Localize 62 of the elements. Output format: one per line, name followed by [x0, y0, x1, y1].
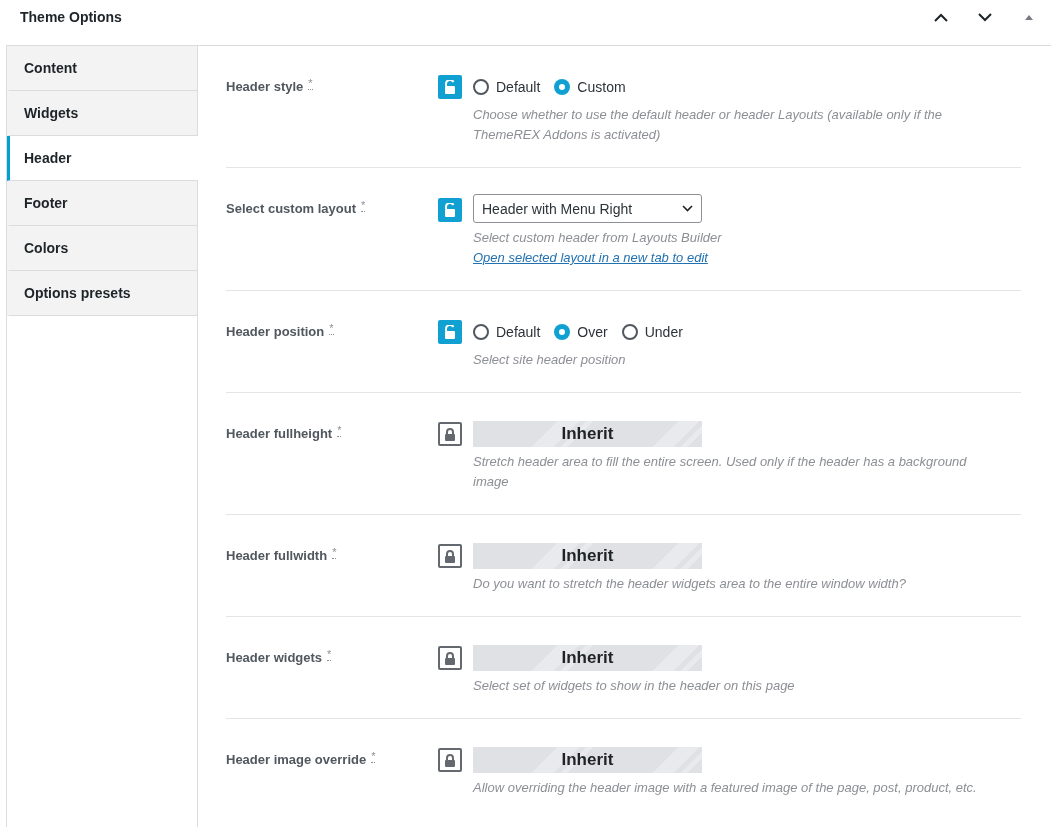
radio-button[interactable] [554, 79, 571, 95]
unlocked-icon [444, 80, 456, 94]
lock-toggle[interactable] [438, 544, 462, 568]
option-label: Header fullwidth [226, 548, 328, 563]
inherit-overlay: Inherit [473, 543, 702, 569]
unlocked-icon [444, 325, 456, 339]
sidebar-tab[interactable]: Colors [7, 226, 197, 271]
required-mark: * [308, 77, 313, 90]
triangle-up-icon [1025, 14, 1033, 20]
option-label: Select custom layout [226, 201, 357, 216]
required-mark: * [327, 648, 332, 661]
radio-button[interactable] [473, 324, 489, 340]
unlocked-icon [444, 202, 456, 217]
edit-layout-link[interactable]: Open selected layout in a new tab to edit [473, 248, 1021, 268]
radio-option[interactable]: Default [473, 79, 541, 95]
option-description: Select custom header from Layouts Builder [473, 229, 723, 247]
radio-button[interactable] [473, 79, 489, 95]
chevron-up-icon [934, 12, 948, 22]
lock-icon [444, 427, 456, 441]
lock-toggle[interactable] [438, 422, 462, 446]
option-description: Allow overriding the header image with a featured image of the page, post, product, etc. [473, 779, 978, 797]
inherit-overlay: Inherit [473, 747, 702, 773]
lock-icon [444, 549, 456, 563]
option-label: Header fullheight [226, 426, 333, 441]
required-mark: * [329, 322, 334, 335]
option-description: Select set of widgets to show in the header on this page [473, 677, 796, 695]
option-description: Select site header position [473, 351, 627, 369]
required-mark: * [361, 199, 366, 212]
layout-select[interactable]: Header with Menu Right [473, 194, 702, 223]
option-description: Do you want to stretch the header widgets area to the entire window width? [473, 575, 907, 593]
lock-toggle[interactable] [438, 320, 462, 344]
sidebar-tab[interactable]: Header [7, 136, 198, 181]
radio-option[interactable]: Default [473, 324, 541, 340]
inherit-overlay: Inherit [473, 421, 702, 447]
sidebar-tab[interactable]: Options presets [7, 271, 197, 316]
sidebar-tab[interactable]: Footer [7, 181, 197, 226]
radio-option[interactable]: Over [554, 324, 608, 340]
lock-icon [444, 651, 456, 665]
lock-toggle[interactable] [438, 75, 462, 99]
radio-option[interactable]: Under [621, 324, 683, 340]
option-label: Header image override [226, 752, 367, 767]
radio-option[interactable]: Custom [554, 79, 626, 95]
required-mark: * [337, 424, 342, 437]
lock-icon [444, 753, 456, 767]
chevron-down-icon [978, 12, 992, 22]
option-description: Choose whether to use the default header or header Layouts (available only if the ThemeREX Addons is activated) [473, 106, 944, 144]
lock-toggle[interactable] [438, 197, 462, 222]
lock-toggle[interactable] [438, 748, 462, 772]
option-label: Header style [226, 79, 304, 94]
option-description: Stretch header area to fill the entire screen. Used only if the header has a background image [473, 453, 968, 491]
option-label: Header position [226, 324, 325, 339]
required-mark: * [332, 546, 337, 559]
inherit-overlay: Inherit [473, 645, 702, 671]
sidebar-tab[interactable]: Content [7, 46, 197, 91]
required-mark: * [371, 750, 376, 763]
lock-toggle[interactable] [438, 646, 462, 670]
chevron-down-icon [682, 205, 693, 212]
radio-button[interactable] [554, 324, 571, 340]
sidebar-tab[interactable]: Widgets [7, 91, 197, 136]
radio-button[interactable] [621, 324, 638, 340]
option-label: Header widgets [226, 650, 323, 665]
panel-title: Theme Options [20, 9, 123, 25]
